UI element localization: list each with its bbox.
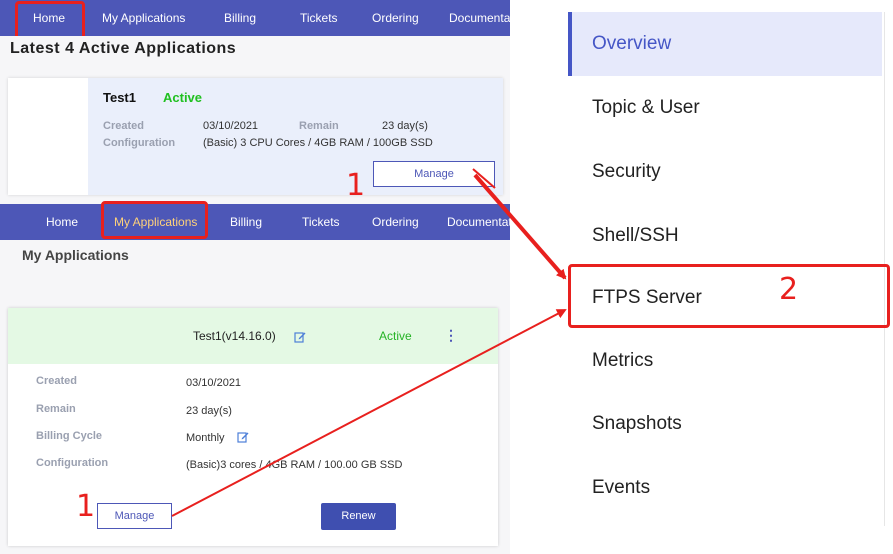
arrow-bottom-to-ftps [171, 309, 567, 517]
arrow-top-to-ftps [473, 173, 567, 280]
annotation-arrows [171, 168, 567, 517]
